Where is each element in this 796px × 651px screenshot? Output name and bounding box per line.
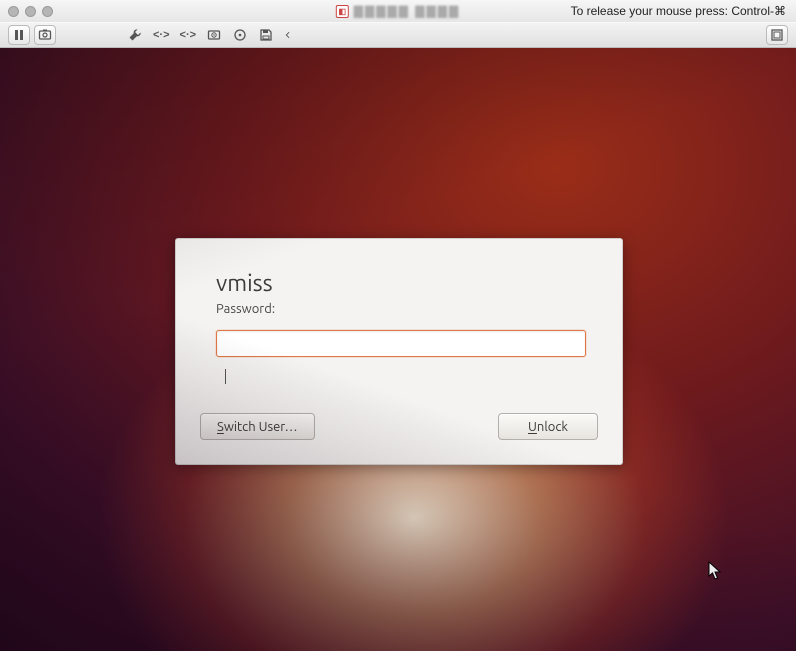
network-icon: <·> xyxy=(180,29,197,41)
network-adapter-1[interactable]: <·> xyxy=(150,25,173,45)
minimize-window-button[interactable] xyxy=(25,6,36,17)
window-titlebar: ◧ ▇▇▇▇▇ ▇▇▇▇ To release your mouse press… xyxy=(0,0,796,22)
collapse-toolbar-button[interactable] xyxy=(281,25,295,45)
pause-button[interactable] xyxy=(8,25,30,45)
unlock-button[interactable]: Unlock xyxy=(498,413,598,440)
zoom-window-button[interactable] xyxy=(42,6,53,17)
snapshot-icon xyxy=(38,28,52,42)
snapshot-button[interactable] xyxy=(34,25,56,45)
pause-icon xyxy=(12,28,26,42)
unlock-accel: U xyxy=(528,420,537,434)
hard-disk-icon xyxy=(207,28,221,42)
mouse-cursor xyxy=(708,561,722,581)
switch-user-accel: S xyxy=(217,420,224,434)
hard-disk-button[interactable] xyxy=(203,25,225,45)
floppy-icon xyxy=(259,28,273,42)
cd-icon xyxy=(233,28,247,42)
guest-desktop[interactable]: vmiss Password: Switch User… Unlock xyxy=(0,48,796,651)
switch-user-label-rest: witch User… xyxy=(224,420,298,434)
document-title: ▇▇▇▇▇ ▇▇▇▇ xyxy=(354,4,460,18)
settings-button[interactable] xyxy=(124,25,146,45)
lock-screen-dialog: vmiss Password: Switch User… Unlock xyxy=(175,238,623,465)
mouse-release-hint: To release your mouse press: Control-⌘ xyxy=(571,4,786,18)
close-window-button[interactable] xyxy=(8,6,19,17)
password-input[interactable] xyxy=(216,330,586,357)
network-adapter-2[interactable]: <·> xyxy=(177,25,200,45)
app-icon: ◧ xyxy=(336,5,349,18)
network-icon: <·> xyxy=(153,29,170,41)
switch-user-button[interactable]: Switch User… xyxy=(200,413,315,440)
title-center: ◧ ▇▇▇▇▇ ▇▇▇▇ xyxy=(336,4,460,18)
chevron-left-icon xyxy=(284,28,292,42)
floppy-button[interactable] xyxy=(255,25,277,45)
fullscreen-button[interactable] xyxy=(766,25,788,45)
lock-password-label: Password: xyxy=(216,302,582,316)
text-caret xyxy=(225,369,226,384)
fullscreen-icon xyxy=(770,28,784,42)
cd-dvd-button[interactable] xyxy=(229,25,251,45)
vm-toolbar: <·> <·> xyxy=(0,22,796,48)
lock-username: vmiss xyxy=(216,271,582,296)
unlock-label-rest: nlock xyxy=(537,420,568,434)
traffic-lights xyxy=(8,6,53,17)
wrench-icon xyxy=(128,28,142,42)
